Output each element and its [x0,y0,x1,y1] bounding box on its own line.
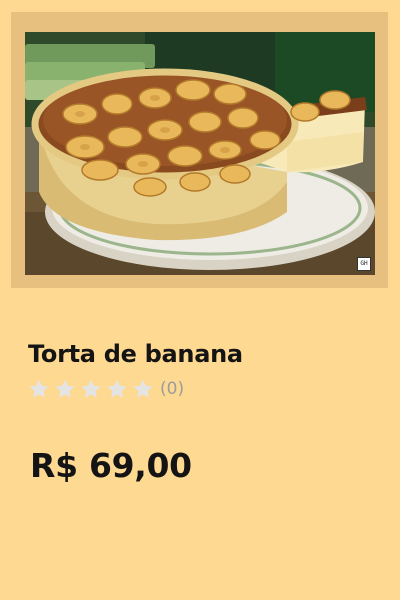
star-icon[interactable] [106,378,128,400]
review-count[interactable]: (0) [160,379,184,399]
image-watermark-badge: GH [357,257,371,271]
product-image-frame[interactable]: GH [11,12,388,288]
star-icon[interactable] [54,378,76,400]
product-image[interactable]: GH [25,32,375,275]
product-price: R$ 69,00 [30,446,192,485]
star-icon[interactable] [132,378,154,400]
star-icon[interactable] [28,378,50,400]
product-card[interactable]: GH Torta de banana (0) R$ 69,00 [0,0,400,600]
product-title[interactable]: Torta de banana [28,340,243,368]
star-icon[interactable] [80,378,102,400]
product-rating[interactable]: (0) [28,377,184,401]
